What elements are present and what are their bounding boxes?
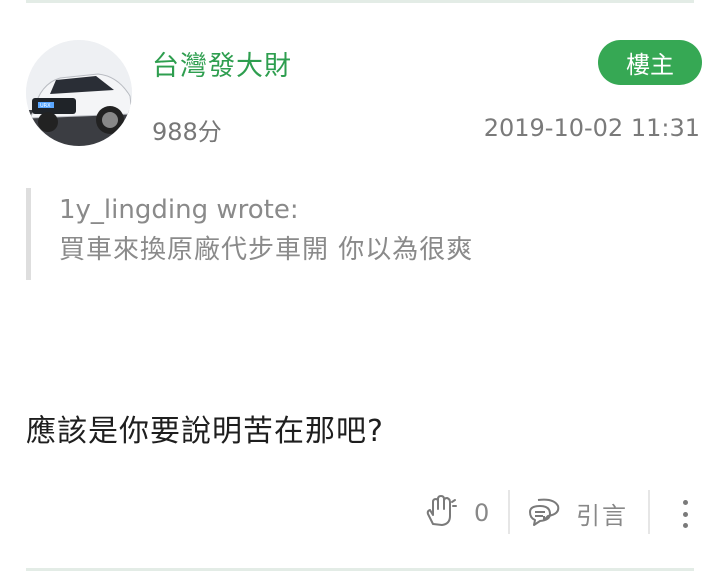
- top-divider: [26, 0, 694, 3]
- bottom-divider: [26, 568, 694, 571]
- action-separator: [508, 490, 510, 534]
- chat-bubbles-icon: [526, 494, 562, 532]
- more-vertical-icon[interactable]: [672, 496, 698, 532]
- author-name[interactable]: 台灣發大財: [152, 44, 292, 83]
- op-badge: 樓主: [598, 40, 702, 85]
- quote-button[interactable]: 引言: [526, 494, 628, 532]
- quote-text: 買車來換原廠代步車開 你以為很爽: [59, 235, 474, 265]
- like-button[interactable]: 0: [424, 494, 489, 532]
- author-score: 988分: [152, 118, 222, 146]
- more-dot: [682, 511, 688, 517]
- more-dot: [682, 523, 688, 528]
- post-body: 應該是你要說明苦在那吧?: [26, 414, 384, 449]
- action-separator: [648, 490, 650, 534]
- quote-block: 1y_lingding wrote: 買車來換原廠代步車開 你以為很爽: [26, 188, 666, 280]
- quote-label: 引言: [576, 501, 628, 530]
- avatar[interactable]: URX: [26, 40, 132, 146]
- post-timestamp: 2019-10-02 11:31: [483, 114, 700, 142]
- clap-hands-icon: [424, 494, 458, 532]
- svg-text:URX: URX: [40, 103, 51, 109]
- like-count: 0: [474, 499, 490, 527]
- more-dot: [682, 500, 688, 505]
- quote-author: 1y_lingding wrote:: [59, 195, 299, 225]
- car-avatar-image: URX: [26, 40, 132, 146]
- post-actions: 0 引言: [0, 488, 720, 538]
